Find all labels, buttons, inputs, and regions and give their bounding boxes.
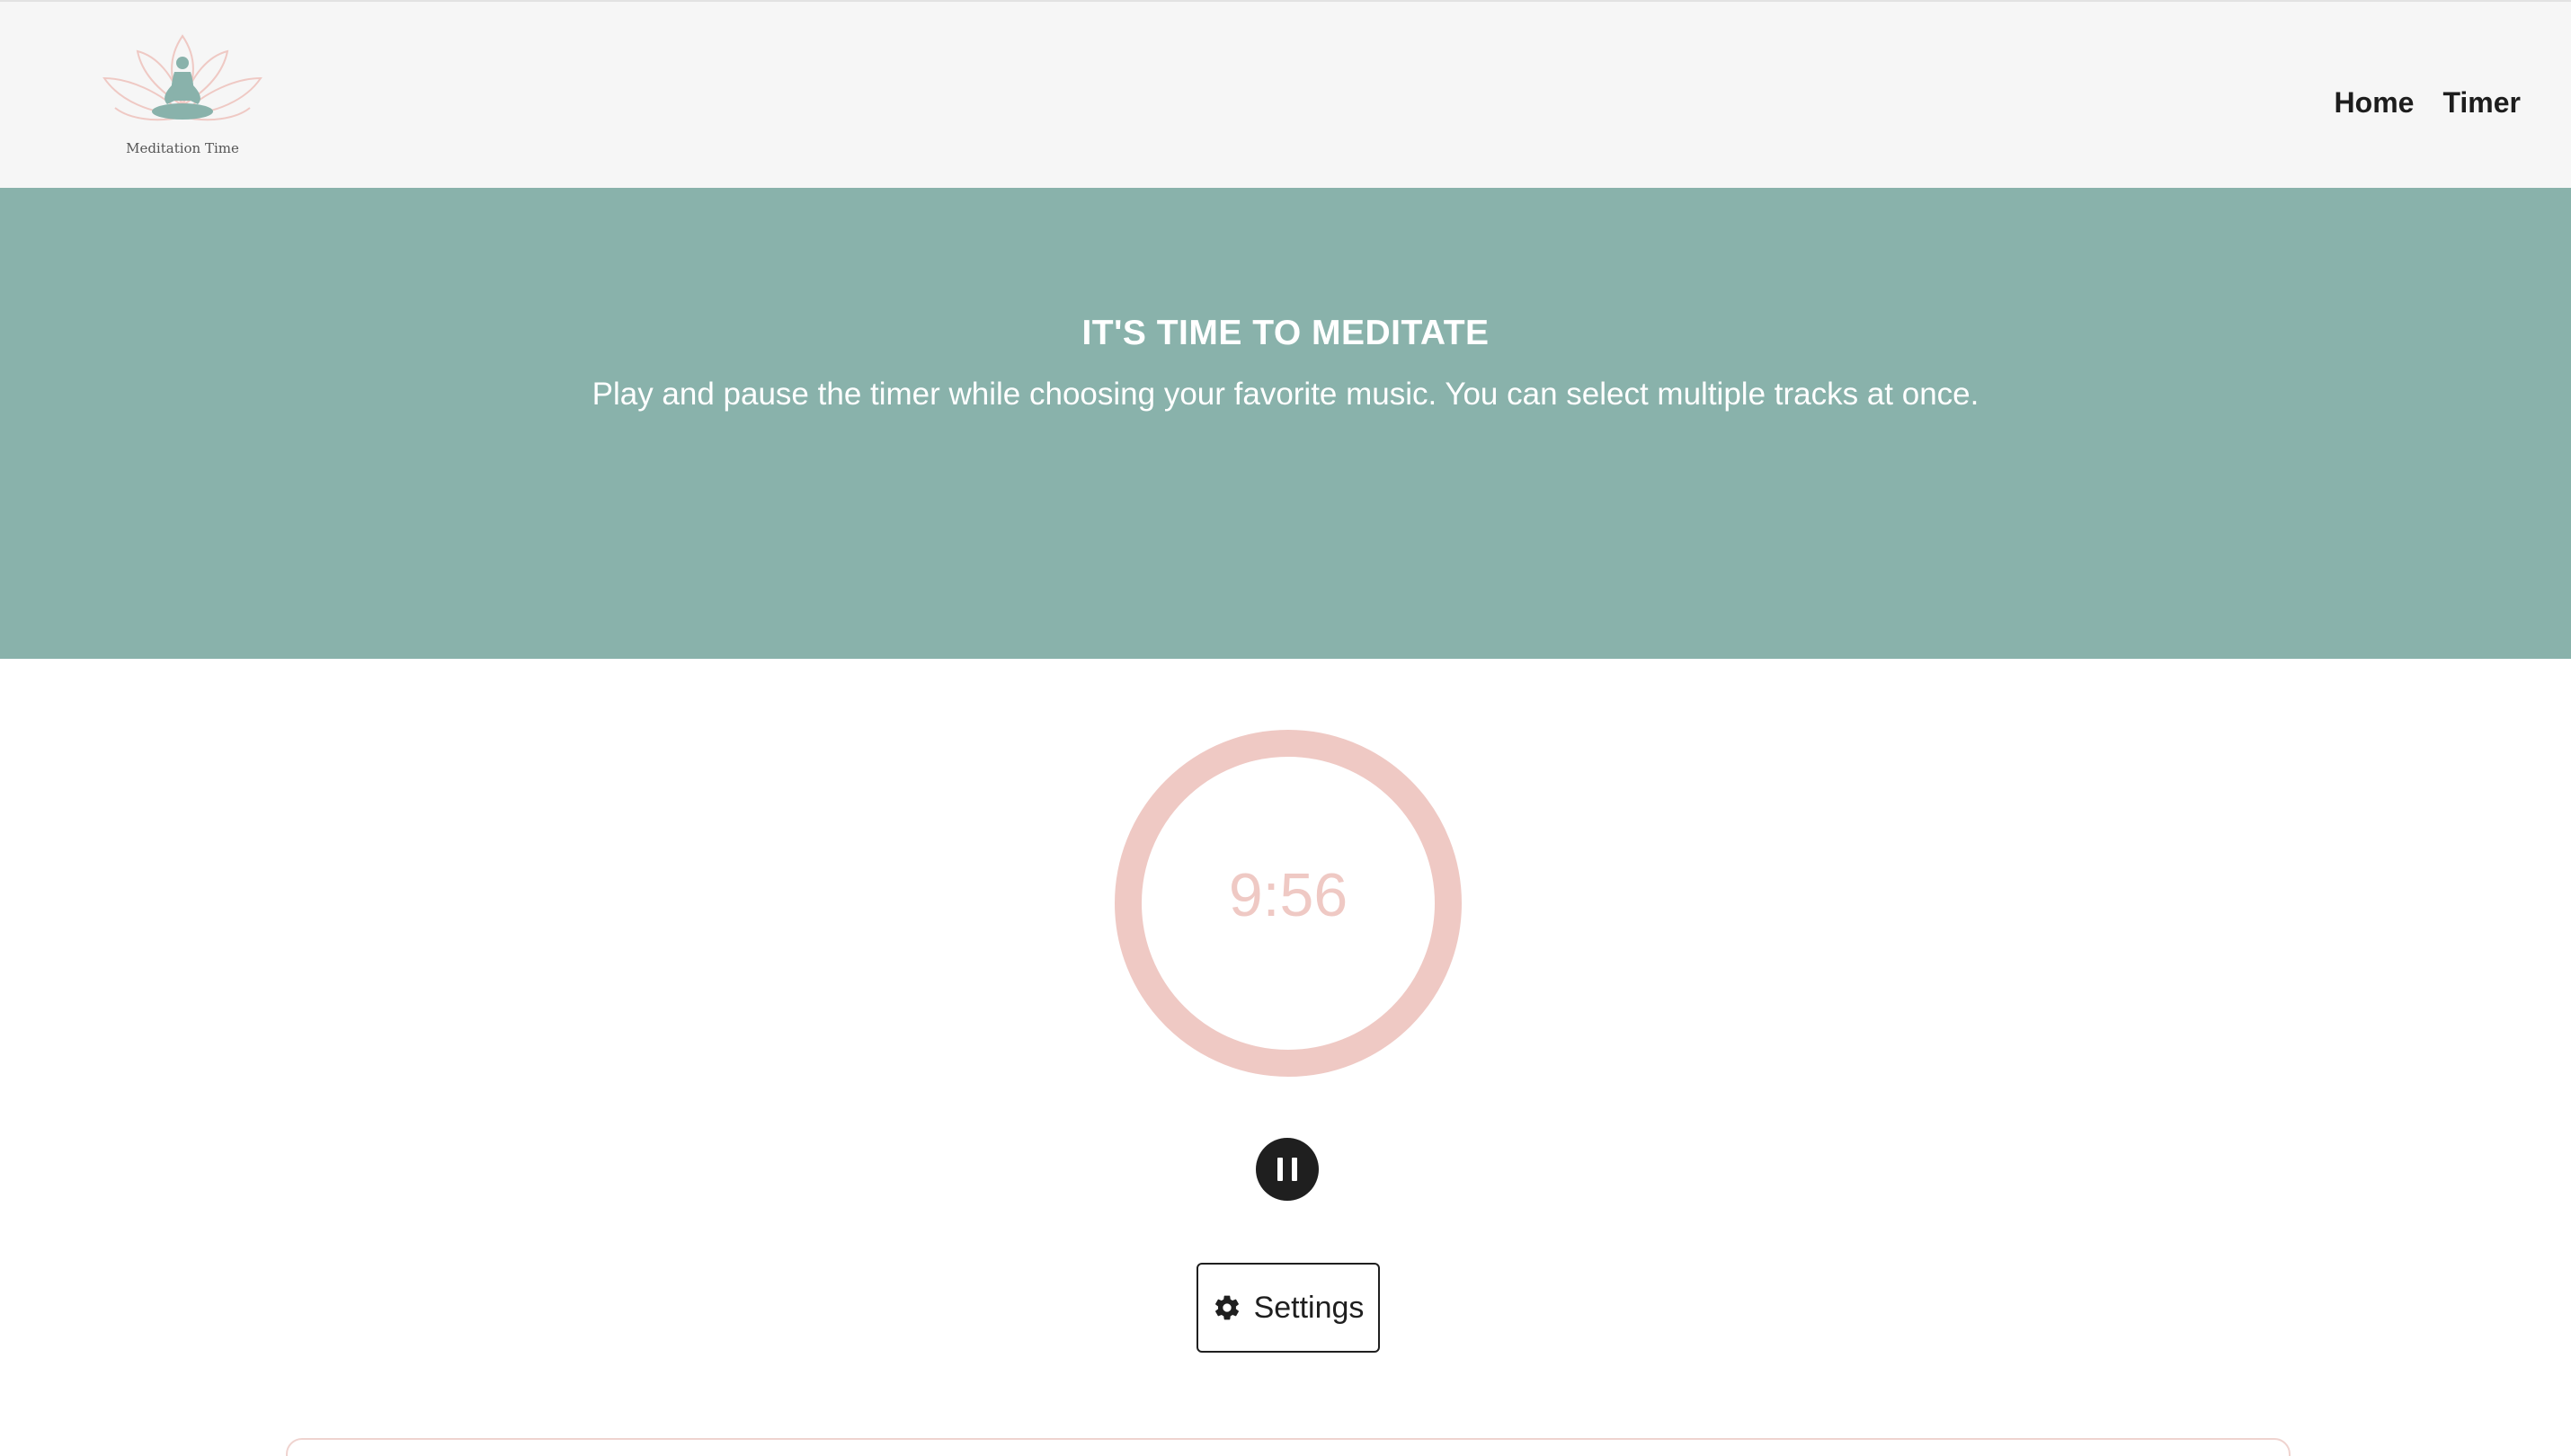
top-navbar: Meditation Time Home Timer <box>0 0 2571 188</box>
music-tracks-panel <box>286 1438 2291 1456</box>
gear-icon <box>1214 1295 1239 1320</box>
lotus-meditation-icon <box>102 34 262 121</box>
page: Meditation Time Home Timer IT'S TIME TO … <box>0 0 2571 1456</box>
pause-icon <box>1277 1158 1283 1181</box>
main-nav: Home Timer <box>2335 83 2521 122</box>
settings-label: Settings <box>1253 1290 1365 1325</box>
site-logo[interactable]: Meditation Time <box>97 29 268 164</box>
nav-link-home[interactable]: Home <box>2335 86 2415 120</box>
settings-button[interactable]: Settings <box>1197 1263 1380 1353</box>
pause-button[interactable] <box>1256 1138 1319 1201</box>
hero-banner: IT'S TIME TO MEDITATE Play and pause the… <box>0 188 2571 659</box>
nav-link-timer[interactable]: Timer <box>2442 86 2521 120</box>
timer-countdown: 9:56 <box>1228 861 1348 929</box>
hero-title: IT'S TIME TO MEDITATE <box>1081 314 1490 352</box>
timer-display: 9:56 <box>1115 730 1462 1077</box>
logo-text: Meditation Time <box>126 140 239 156</box>
pause-icon-bar <box>1292 1158 1297 1181</box>
hero-subtitle: Play and pause the timer while choosing … <box>592 377 1979 412</box>
